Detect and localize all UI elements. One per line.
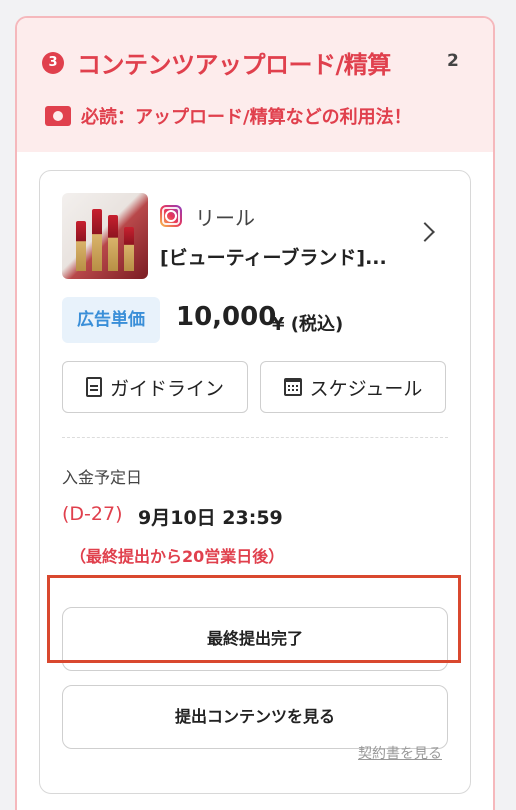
- divider: [62, 437, 448, 438]
- instagram-icon: [160, 205, 182, 227]
- payment-date-label: 入金予定日: [62, 468, 143, 487]
- upload-settlement-panel: 3 コンテンツアップロード/精算 2 必読：アップロード/精算などの利用法！ リ…: [15, 16, 495, 810]
- campaign-title[interactable]: [ビューティーブランド]...: [160, 243, 400, 270]
- chevron-right-icon[interactable]: [415, 222, 435, 242]
- content-type-label: リール: [195, 206, 255, 230]
- step-badge: 3: [42, 52, 64, 74]
- price-label: 広告単価: [62, 297, 160, 343]
- d-day-count: (D-27): [62, 503, 123, 525]
- campaign-thumbnail[interactable]: [62, 193, 148, 279]
- document-icon: [85, 377, 102, 397]
- usage-notice-link[interactable]: 必読：アップロード/精算などの利用法！: [81, 103, 412, 129]
- schedule-button[interactable]: スケジュール: [260, 361, 446, 413]
- step-title: コンテンツアップロード/精算: [77, 51, 391, 79]
- guideline-button[interactable]: ガイドライン: [62, 361, 248, 413]
- schedule-button-label: スケジュール: [309, 377, 423, 400]
- view-content-button[interactable]: 提出コンテンツを見る: [62, 685, 448, 749]
- highlight-box: [47, 575, 461, 663]
- price-value: 10,000: [176, 302, 277, 332]
- campaign-card: リール [ビューティーブランド]... 広告単価 10,000 ¥ (税込) ガ…: [39, 170, 471, 794]
- calendar-icon: [283, 378, 302, 396]
- price-unit: ¥ (税込): [272, 314, 344, 335]
- step-count: 2: [447, 51, 459, 71]
- panel-header: 3 コンテンツアップロード/精算 2 必読：アップロード/精算などの利用法！: [17, 18, 493, 152]
- payment-note: （最終提出から20営業日後）: [70, 547, 285, 566]
- guideline-button-label: ガイドライン: [109, 377, 224, 400]
- contract-link[interactable]: 契約書を見る: [358, 743, 442, 763]
- payment-date: 9月10日 23:59: [138, 507, 283, 529]
- camera-icon: [45, 106, 71, 126]
